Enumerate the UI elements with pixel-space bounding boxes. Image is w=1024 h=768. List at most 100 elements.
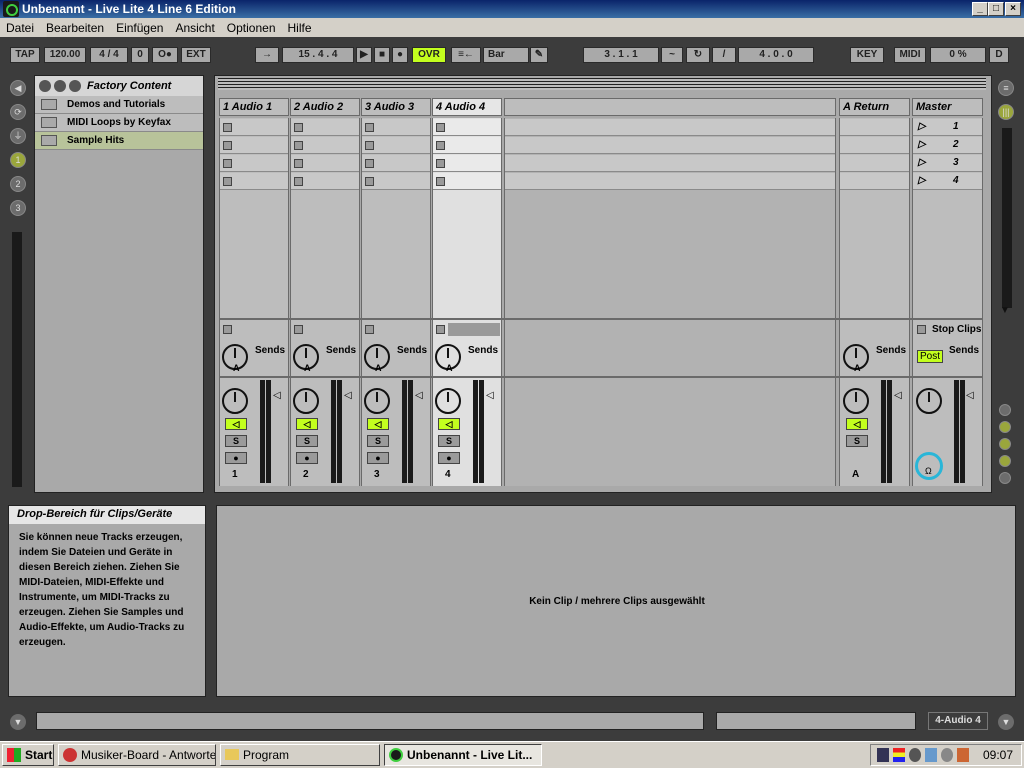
- clip-stop-button[interactable]: [436, 141, 445, 150]
- arrangement-view-icon[interactable]: ≡: [998, 80, 1014, 96]
- start-button[interactable]: Start: [2, 744, 54, 766]
- volume-slider-handle[interactable]: ◁: [273, 390, 281, 401]
- clip-slot[interactable]: [291, 137, 359, 154]
- hide-browser-icon[interactable]: ◀: [10, 80, 26, 96]
- master-header[interactable]: Master: [912, 98, 983, 116]
- solo-button[interactable]: S: [296, 435, 318, 447]
- clip-slot[interactable]: [433, 137, 501, 154]
- clip-slot[interactable]: [291, 155, 359, 172]
- pan-knob[interactable]: [435, 388, 461, 414]
- track-stop-button[interactable]: [294, 325, 303, 334]
- clip-slot[interactable]: [362, 155, 430, 172]
- track-stop-button[interactable]: [365, 325, 374, 334]
- clip-stop-button[interactable]: [294, 141, 303, 150]
- arm-record-button[interactable]: ●: [225, 452, 247, 464]
- taskbar-item-program[interactable]: Program: [220, 744, 380, 766]
- solo-button[interactable]: S: [438, 435, 460, 447]
- track-stop-button[interactable]: [436, 325, 445, 334]
- play-icon[interactable]: ▶: [356, 47, 372, 63]
- clip-stop-button[interactable]: [294, 177, 303, 186]
- solo-button[interactable]: S: [846, 435, 868, 447]
- punch-out-icon[interactable]: /: [712, 47, 736, 63]
- pan-knob[interactable]: [222, 388, 248, 414]
- return-header[interactable]: A Return: [839, 98, 910, 116]
- clip-stop-button[interactable]: [294, 159, 303, 168]
- clip-stop-button[interactable]: [436, 123, 445, 132]
- pencil-icon[interactable]: ✎: [530, 47, 548, 63]
- clock[interactable]: 09:07: [983, 748, 1013, 762]
- clip-slot[interactable]: [433, 155, 501, 172]
- clip-slot[interactable]: [433, 173, 501, 190]
- shield-icon[interactable]: [877, 748, 889, 762]
- close-button[interactable]: ×: [1005, 2, 1021, 16]
- parent-folder-icon[interactable]: [54, 80, 66, 92]
- draw-mode-icon[interactable]: ≡←: [451, 47, 481, 63]
- returns-toggle-icon[interactable]: [999, 438, 1011, 450]
- clip-slot[interactable]: [433, 119, 501, 136]
- track-activator-speaker-icon[interactable]: ◁: [367, 418, 389, 430]
- punch-in-icon[interactable]: ~: [661, 47, 683, 63]
- solo-button[interactable]: S: [367, 435, 389, 447]
- crossfader-toggle-icon[interactable]: [999, 472, 1011, 484]
- midi-map-button[interactable]: MIDI: [894, 47, 926, 63]
- clip-slot[interactable]: [291, 119, 359, 136]
- scene-play-icon[interactable]: ▷: [918, 157, 926, 168]
- scene-launch-2[interactable]: ▷ 2: [913, 137, 982, 154]
- hide-info-icon[interactable]: ▼: [10, 714, 26, 730]
- record-icon[interactable]: ●: [392, 47, 408, 63]
- ext-sync-button[interactable]: EXT: [181, 47, 211, 63]
- track-stop-button[interactable]: [223, 325, 232, 334]
- clip-slot[interactable]: [362, 137, 430, 154]
- solo-button[interactable]: S: [225, 435, 247, 447]
- arm-record-button[interactable]: ●: [296, 452, 318, 464]
- plugin-devices-icon[interactable]: ⏚: [10, 128, 26, 144]
- song-position-field[interactable]: 15 . 4 . 4: [282, 47, 354, 63]
- selected-track-label[interactable]: 4-Audio 4: [928, 712, 988, 730]
- browser-scrollbar[interactable]: [12, 232, 22, 487]
- volume-slider-handle[interactable]: ◁: [344, 390, 352, 401]
- clip-stop-button[interactable]: [294, 123, 303, 132]
- sends-toggle-icon[interactable]: [999, 421, 1011, 433]
- clip-stop-button[interactable]: [436, 159, 445, 168]
- clip-stop-button[interactable]: [365, 123, 374, 132]
- tray-app-icon[interactable]: [941, 748, 953, 762]
- pan-knob[interactable]: [843, 388, 869, 414]
- volume-slider-handle[interactable]: ◁: [415, 390, 423, 401]
- menu-datei[interactable]: Datei: [0, 21, 40, 35]
- quantize-field[interactable]: 0: [131, 47, 149, 63]
- session-view-icon[interactable]: |||: [998, 104, 1014, 120]
- menu-optionen[interactable]: Optionen: [221, 21, 282, 35]
- clip-slot[interactable]: [362, 119, 430, 136]
- loop-length-field[interactable]: 4 . 0 . 0: [738, 47, 814, 63]
- clip-stop-button[interactable]: [365, 141, 374, 150]
- browser-item-demos[interactable]: Demos and Tutorials: [35, 96, 203, 114]
- volume-slider-handle[interactable]: ◁: [966, 390, 974, 401]
- pan-knob[interactable]: [364, 388, 390, 414]
- key-map-button[interactable]: KEY: [850, 47, 884, 63]
- tray-app-icon[interactable]: [893, 748, 905, 762]
- file-browser-3-icon[interactable]: 3: [10, 200, 26, 216]
- loop-start-field[interactable]: 3 . 1 . 1: [583, 47, 659, 63]
- volume-slider-handle[interactable]: ◁: [894, 390, 902, 401]
- clip-stop-button[interactable]: [365, 159, 374, 168]
- clip-stop-button[interactable]: [365, 177, 374, 186]
- menu-hilfe[interactable]: Hilfe: [282, 21, 318, 35]
- arm-record-button[interactable]: ●: [438, 452, 460, 464]
- mixer-toggle-icon[interactable]: [999, 455, 1011, 467]
- clip-slot[interactable]: [220, 155, 288, 172]
- tempo-field[interactable]: 120.00: [44, 47, 86, 63]
- live-devices-icon[interactable]: ⟳: [10, 104, 26, 120]
- master-pan-knob[interactable]: [916, 388, 942, 414]
- track-activator-speaker-icon[interactable]: ◁: [846, 418, 868, 430]
- clip-slot[interactable]: [220, 173, 288, 190]
- clip-stop-button[interactable]: [223, 123, 232, 132]
- clip-stop-button[interactable]: [436, 177, 445, 186]
- stop-icon[interactable]: ■: [374, 47, 390, 63]
- hide-detail-icon[interactable]: ▼: [998, 714, 1014, 730]
- minimize-button[interactable]: _: [972, 2, 988, 16]
- track-header-1[interactable]: 1 Audio 1: [219, 98, 289, 116]
- network-icon[interactable]: [925, 748, 937, 762]
- metronome-button[interactable]: O●: [152, 47, 178, 63]
- detail-view[interactable]: Kein Clip / mehrere Clips ausgewählt: [216, 505, 1016, 697]
- track-header-2[interactable]: 2 Audio 2: [290, 98, 360, 116]
